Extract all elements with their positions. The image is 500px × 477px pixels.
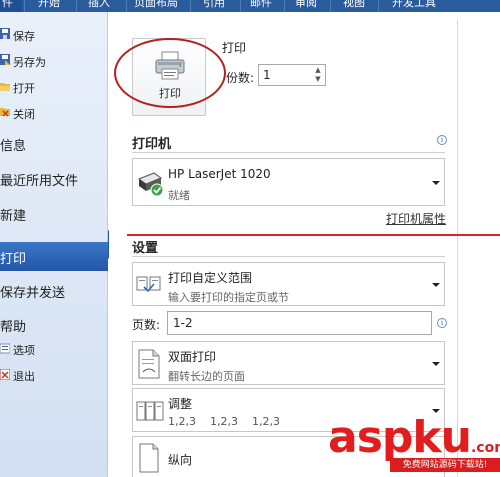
info-icon[interactable]: i: [437, 135, 447, 145]
pages-value: 1-2: [173, 316, 193, 330]
save-icon: [0, 28, 10, 39]
nav-item-print[interactable]: 打印: [0, 248, 108, 267]
tab-page-layout[interactable]: 页面布局: [134, 0, 178, 12]
tab-separator: [190, 0, 191, 12]
collate-icon: [136, 401, 164, 421]
nav-item-new[interactable]: 新建: [0, 205, 108, 224]
watermark-logo: aspku.com: [328, 412, 500, 463]
print-range-dropdown[interactable]: 打印自定义范围 输入要打印的指定页或节: [132, 262, 445, 306]
tab-home[interactable]: 开始: [38, 0, 60, 12]
printer-name: HP LaserJet 1020: [168, 167, 271, 181]
duplex-dropdown[interactable]: 双面打印 翻转长边的页面: [132, 341, 445, 385]
chevron-down-icon: [432, 362, 440, 366]
open-folder-icon: [0, 83, 10, 91]
ribbon-tab-strip: 件 开始 插入 页面布局 引用 邮件 审阅 视图 开发工具: [0, 0, 500, 12]
spin-up-icon[interactable]: ▲: [312, 66, 324, 75]
pages-input[interactable]: 1-2: [167, 311, 432, 335]
nav-item-options[interactable]: 选项: [13, 342, 121, 358]
tab-mailings[interactable]: 邮件: [250, 0, 272, 12]
printer-properties-link[interactable]: 打印机属性: [386, 210, 446, 227]
nav-item-recent[interactable]: 最近所用文件: [0, 170, 108, 189]
copies-stepper[interactable]: 1 ▲ ▼: [258, 64, 326, 86]
custom-range-icon: [136, 276, 161, 293]
pages-label: 页数:: [132, 318, 161, 332]
site-watermark: aspku.com 免费网站源码下载站!: [328, 412, 500, 477]
chevron-down-icon: [432, 283, 440, 287]
watermark-subtext: 免费网站源码下载站!: [390, 458, 500, 472]
tab-view[interactable]: 视图: [343, 0, 365, 12]
nav-item-info[interactable]: 信息: [0, 135, 108, 154]
settings-section-title: 设置: [132, 241, 159, 256]
chevron-down-icon: [432, 181, 440, 185]
nav-item-save-as[interactable]: 另存为: [13, 54, 121, 70]
nav-item-open[interactable]: 打开: [13, 80, 121, 96]
section-divider: [132, 152, 445, 153]
section-divider: [132, 256, 445, 257]
annotation-line: [127, 234, 500, 236]
range-subtitle: 输入要打印的指定页或节: [168, 291, 289, 304]
print-title: 打印: [222, 41, 247, 55]
info-icon[interactable]: i: [437, 318, 447, 328]
duplex-icon: [138, 349, 160, 379]
collate-subtitle: 1,2,3 1,2,3 1,2,3: [168, 415, 280, 428]
tab-separator: [76, 0, 77, 12]
nav-item-close[interactable]: 关闭: [13, 106, 121, 122]
printer-ready-icon: [137, 172, 164, 197]
tab-file-label[interactable]: 件: [2, 0, 13, 12]
nav-item-help[interactable]: 帮助: [0, 316, 108, 335]
nav-item-save-send[interactable]: 保存并发送: [0, 282, 108, 301]
tab-separator: [378, 0, 379, 12]
printer-status: 就绪: [168, 189, 190, 202]
range-title: 打印自定义范围: [168, 271, 253, 285]
printer-dropdown[interactable]: HP LaserJet 1020 就绪: [132, 158, 445, 206]
preview-divider: [457, 20, 458, 477]
copies-label: 份数:: [226, 71, 255, 85]
portrait-icon: [139, 443, 159, 473]
nav-item-save[interactable]: 保存: [13, 28, 121, 44]
tab-separator: [24, 0, 25, 12]
printer-section-title: 打印机: [132, 137, 172, 152]
tab-review[interactable]: 审阅: [295, 0, 317, 12]
exit-icon: [0, 369, 10, 380]
nav-item-exit[interactable]: 退出: [13, 368, 121, 384]
orientation-title: 纵向: [168, 453, 193, 467]
options-icon: [0, 343, 10, 354]
backstage-nav: 保存 另存为 打开 关闭 信息 最近所用文件 新建 打印 保存并发送 帮助 选项…: [0, 12, 108, 477]
duplex-title: 双面打印: [168, 350, 217, 364]
spin-down-icon[interactable]: ▼: [312, 75, 324, 84]
tab-references[interactable]: 引用: [203, 0, 225, 12]
tab-separator: [126, 0, 127, 12]
tab-developer[interactable]: 开发工具: [392, 0, 436, 12]
annotation-circle: [114, 38, 226, 108]
copies-value: 1: [263, 68, 271, 82]
collate-title: 调整: [168, 397, 193, 411]
duplex-subtitle: 翻转长边的页面: [168, 370, 245, 383]
close-doc-icon: [0, 108, 10, 117]
tab-insert[interactable]: 插入: [88, 0, 110, 12]
tab-separator: [284, 0, 285, 12]
save-as-icon: [0, 54, 10, 65]
tab-separator: [330, 0, 331, 12]
tab-separator: [240, 0, 241, 12]
